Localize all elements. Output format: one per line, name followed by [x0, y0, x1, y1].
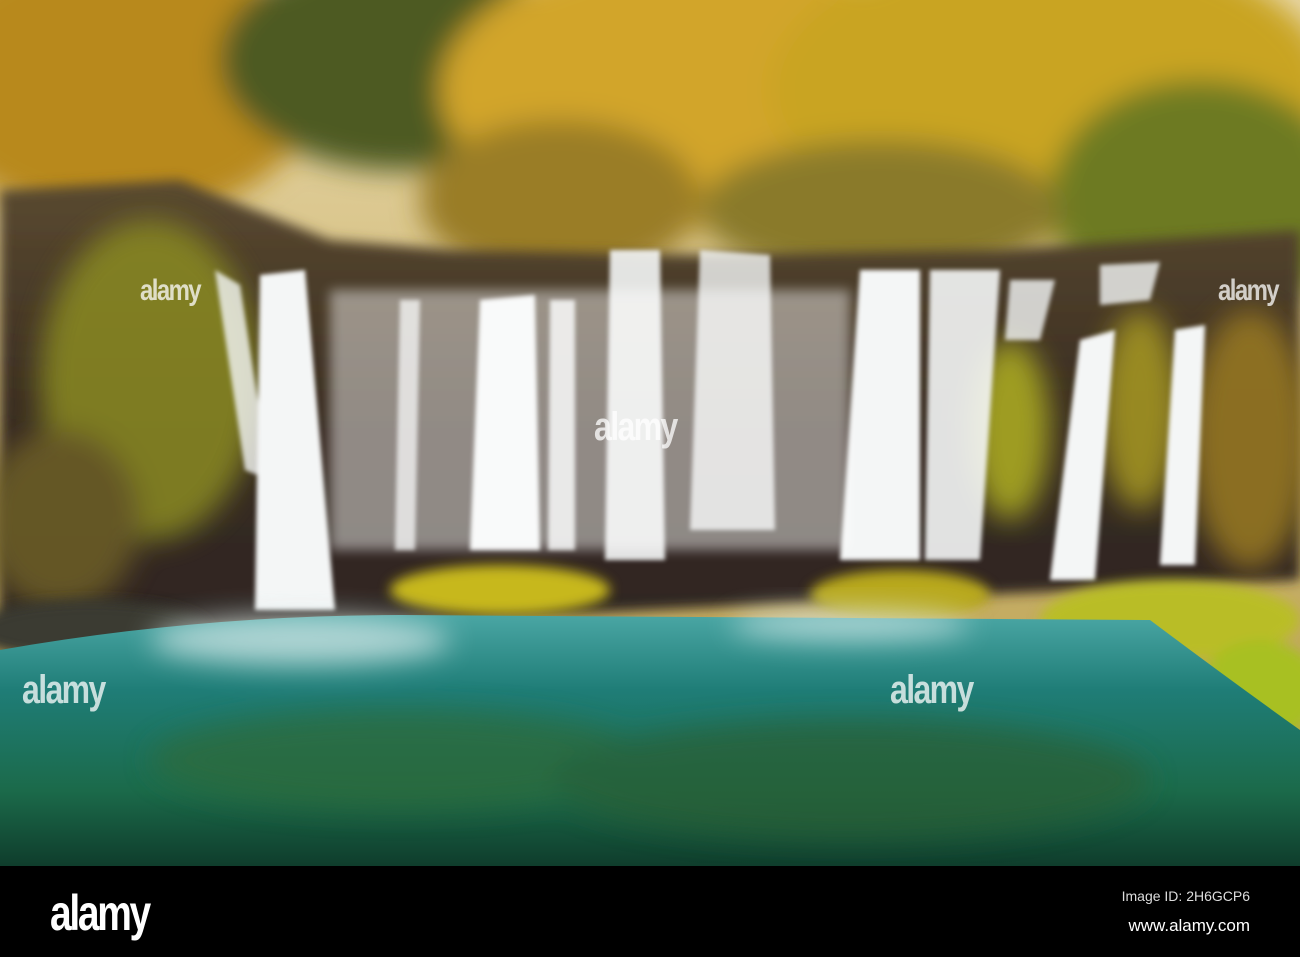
watermark: alamy [594, 405, 678, 449]
website-link: www.alamy.com [1128, 916, 1250, 935]
alamy-logo: alamy [50, 885, 151, 941]
watermark: alamy [1218, 274, 1280, 307]
watermark: alamy [140, 274, 202, 307]
watermark: alamy [890, 668, 974, 712]
stock-photo: alamy alamy alamy alamy alamy alamy Imag… [0, 0, 1300, 957]
footer-bar: alamy Image ID: 2H6GCP6 www.alamy.com [0, 866, 1300, 957]
watermark: alamy [22, 668, 106, 712]
image-id: Image ID: 2H6GCP6 [1121, 888, 1250, 904]
